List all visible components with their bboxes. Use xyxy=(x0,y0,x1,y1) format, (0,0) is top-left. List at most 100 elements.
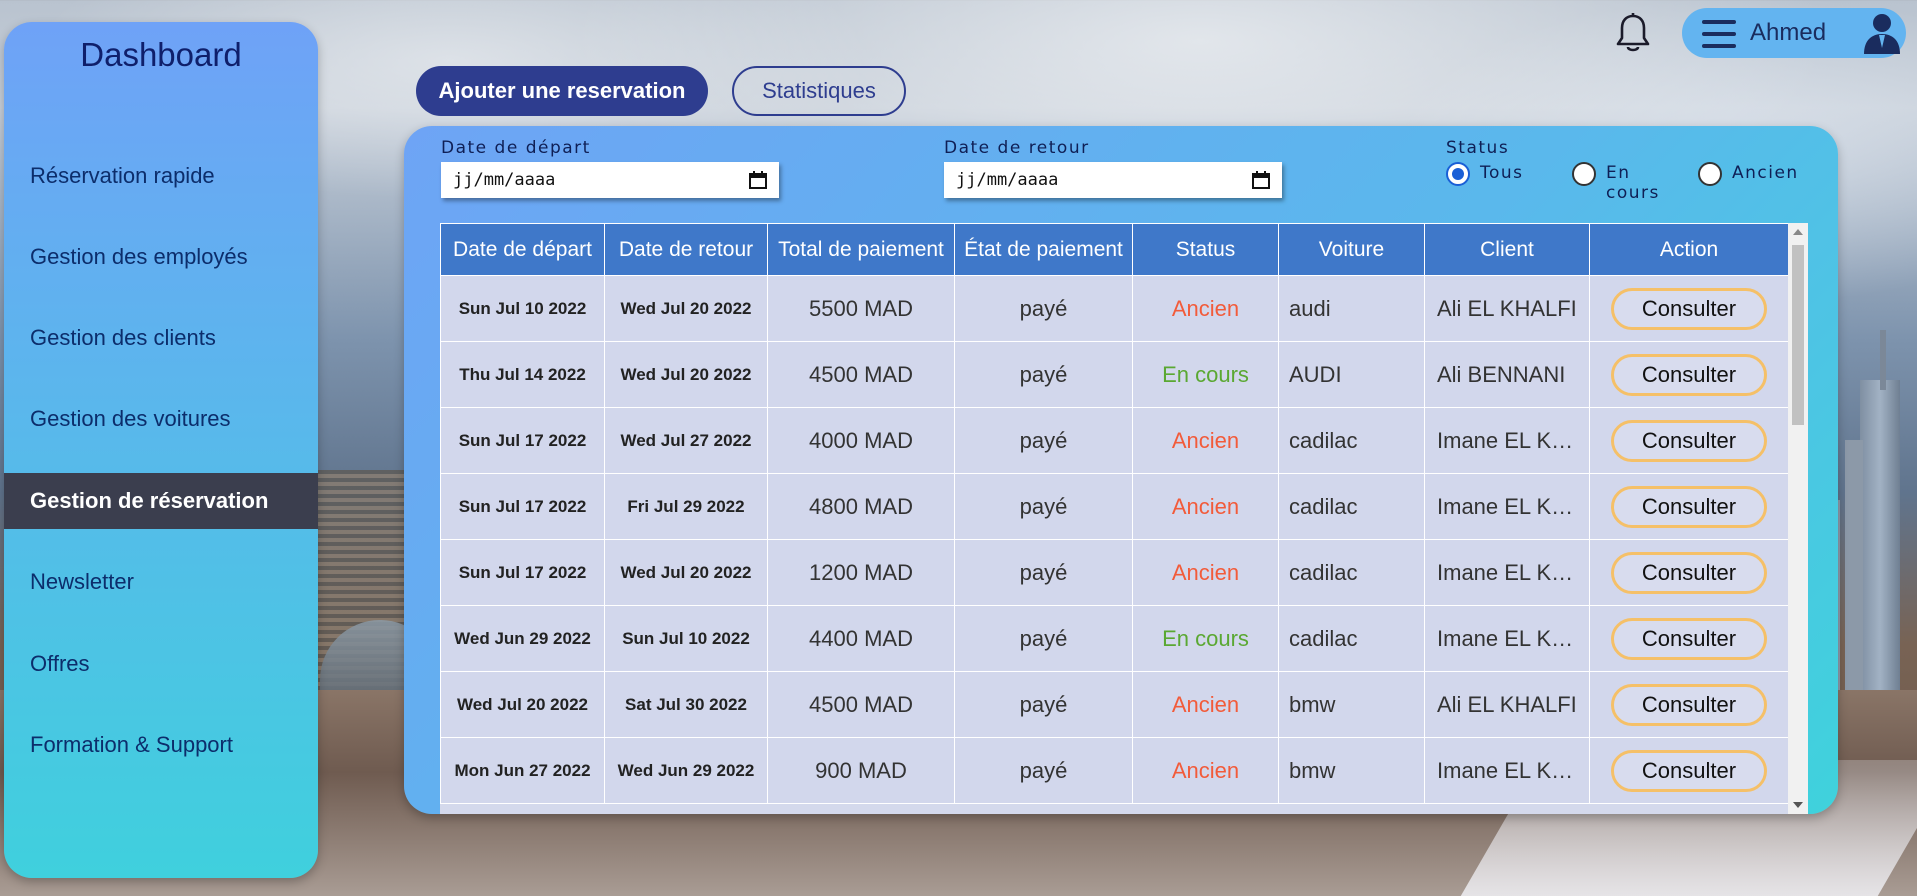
calendar-icon[interactable] xyxy=(1252,171,1270,189)
cell-depart: Thu Jul 14 2022 xyxy=(440,341,605,408)
background-tower xyxy=(1880,330,1886,390)
column-header[interactable]: Voiture xyxy=(1278,223,1425,276)
cell-status: Ancien xyxy=(1132,539,1279,606)
cell-action: Consulter xyxy=(1589,473,1789,540)
table-row: Sun Jul 17 2022 Wed Jul 27 2022 4000 MAD… xyxy=(440,407,1789,474)
cell-status: Ancien xyxy=(1132,473,1279,540)
cell-voiture: bmw xyxy=(1278,737,1425,804)
cell-action: Consulter xyxy=(1589,341,1789,408)
column-header[interactable]: Date de retour xyxy=(604,223,768,276)
scroll-thumb[interactable] xyxy=(1792,245,1804,425)
consult-button[interactable]: Consulter xyxy=(1611,485,1767,528)
scroll-up-arrow-icon[interactable] xyxy=(1793,229,1803,235)
cell-total: 4400 MAD xyxy=(767,605,955,672)
sidebar-item-formation-support[interactable]: Formation & Support xyxy=(4,717,318,773)
sidebar-item-gestion-employes[interactable]: Gestion des employés xyxy=(4,229,318,285)
cell-depart: Sun Jul 17 2022 xyxy=(440,407,605,474)
cell-total: 900 MAD xyxy=(767,737,955,804)
cell-total: 4000 MAD xyxy=(767,407,955,474)
consult-button[interactable]: Consulter xyxy=(1611,287,1767,330)
cell-client: Imane EL KHALFI xyxy=(1424,473,1590,540)
background-tower xyxy=(1845,440,1863,700)
cell-action: Consulter xyxy=(1589,539,1789,606)
user-menu[interactable]: Ahmed xyxy=(1682,8,1906,58)
menu-icon[interactable] xyxy=(1702,20,1736,48)
depart-date-input[interactable]: jj/mm/aaaa xyxy=(441,162,779,198)
column-header[interactable]: Status xyxy=(1132,223,1279,276)
column-header[interactable]: Total de paiement xyxy=(767,223,955,276)
table-row: Sun Jul 10 2022 Wed Jul 20 2022 5500 MAD… xyxy=(440,275,1789,342)
cell-voiture: audi xyxy=(1278,275,1425,342)
cell-voiture: bmw xyxy=(1278,671,1425,738)
cell-etat: payé xyxy=(954,737,1133,804)
consult-button[interactable]: Consulter xyxy=(1611,353,1767,396)
column-header[interactable]: Client xyxy=(1424,223,1590,276)
bell-icon[interactable] xyxy=(1608,8,1658,58)
radio-tous[interactable] xyxy=(1446,162,1470,186)
consult-button[interactable]: Consulter xyxy=(1611,551,1767,594)
cell-status: Ancien xyxy=(1132,407,1279,474)
consult-button[interactable]: Consulter xyxy=(1611,749,1767,792)
cell-action: Consulter xyxy=(1589,671,1789,738)
column-header[interactable]: Action xyxy=(1589,223,1789,276)
cell-total: 1200 MAD xyxy=(767,539,955,606)
cell-total: 4500 MAD xyxy=(767,341,955,408)
table-scrollbar[interactable] xyxy=(1788,223,1808,814)
cell-total: 5500 MAD xyxy=(767,275,955,342)
cell-client: Imane EL KHALFI xyxy=(1424,737,1590,804)
sidebar-item-offres[interactable]: Offres xyxy=(4,636,318,692)
user-name: Ahmed xyxy=(1750,19,1827,46)
table-row: Wed Jul 20 2022 Sat Jul 30 2022 4500 MAD… xyxy=(440,671,1789,738)
cell-status: En cours xyxy=(1132,341,1279,408)
cell-total: 4500 MAD xyxy=(767,671,955,738)
radio-en-cours[interactable] xyxy=(1572,162,1596,186)
consult-button[interactable]: Consulter xyxy=(1611,683,1767,726)
table-header-row: Date de départ Date de retour Total de p… xyxy=(440,223,1789,276)
cell-action: Consulter xyxy=(1589,407,1789,474)
user-icon[interactable] xyxy=(1862,12,1902,54)
retour-date-placeholder: jj/mm/aaaa xyxy=(956,170,1059,190)
cell-retour: Sat Jul 30 2022 xyxy=(604,671,768,738)
radio-ancien[interactable] xyxy=(1698,162,1722,186)
sidebar-item-gestion-clients[interactable]: Gestion des clients xyxy=(4,310,318,366)
table-row: Thu Jul 14 2022 Wed Jul 20 2022 4500 MAD… xyxy=(440,341,1789,408)
table-row: Wed Jun 29 2022 Sun Jul 10 2022 4400 MAD… xyxy=(440,605,1789,672)
cell-client: Ali BENNANI xyxy=(1424,341,1590,408)
cell-voiture: cadilac xyxy=(1278,539,1425,606)
statistics-button[interactable]: Statistiques xyxy=(732,66,906,116)
depart-date-placeholder: jj/mm/aaaa xyxy=(453,170,556,190)
cell-etat: payé xyxy=(954,539,1133,606)
cell-etat: payé xyxy=(954,275,1133,342)
reservations-table: Date de départ Date de retour Total de p… xyxy=(440,223,1789,804)
sidebar-item-reservation-rapide[interactable]: Réservation rapide xyxy=(4,148,318,204)
cell-voiture: cadilac xyxy=(1278,407,1425,474)
reservations-panel: Date de départ jj/mm/aaaa Date de retour… xyxy=(404,126,1838,814)
column-header[interactable]: Date de départ xyxy=(440,223,605,276)
calendar-icon[interactable] xyxy=(749,171,767,189)
cell-action: Consulter xyxy=(1589,605,1789,672)
add-reservation-button[interactable]: Ajouter une reservation xyxy=(416,66,708,116)
cell-voiture: cadilac xyxy=(1278,605,1425,672)
cell-depart: Sun Jul 10 2022 xyxy=(440,275,605,342)
sidebar-title: Dashboard xyxy=(80,36,242,73)
consult-button[interactable]: Consulter xyxy=(1611,419,1767,462)
consult-button[interactable]: Consulter xyxy=(1611,617,1767,660)
cell-retour: Sun Jul 10 2022 xyxy=(604,605,768,672)
scroll-down-arrow-icon[interactable] xyxy=(1793,802,1803,808)
sidebar-item-gestion-voitures[interactable]: Gestion des voitures xyxy=(4,391,318,447)
cell-voiture: cadilac xyxy=(1278,473,1425,540)
cell-client: Imane EL KHALFI xyxy=(1424,407,1590,474)
cell-retour: Wed Jul 20 2022 xyxy=(604,539,768,606)
sidebar-item-gestion-reservation[interactable]: Gestion de réservation xyxy=(4,473,318,529)
sidebar-item-newsletter[interactable]: Newsletter xyxy=(4,554,318,610)
table-row: Mon Jun 27 2022 Wed Jun 29 2022 900 MAD … xyxy=(440,737,1789,804)
cell-action: Consulter xyxy=(1589,737,1789,804)
retour-date-input[interactable]: jj/mm/aaaa xyxy=(944,162,1282,198)
column-header[interactable]: État de paiement xyxy=(954,223,1133,276)
cell-status: Ancien xyxy=(1132,737,1279,804)
cell-retour: Wed Jul 20 2022 xyxy=(604,341,768,408)
cell-etat: payé xyxy=(954,671,1133,738)
table-row: Sun Jul 17 2022 Wed Jul 20 2022 1200 MAD… xyxy=(440,539,1789,606)
reservations-table-container: Date de départ Date de retour Total de p… xyxy=(440,223,1808,814)
retour-date-label: Date de retour xyxy=(944,138,1090,158)
